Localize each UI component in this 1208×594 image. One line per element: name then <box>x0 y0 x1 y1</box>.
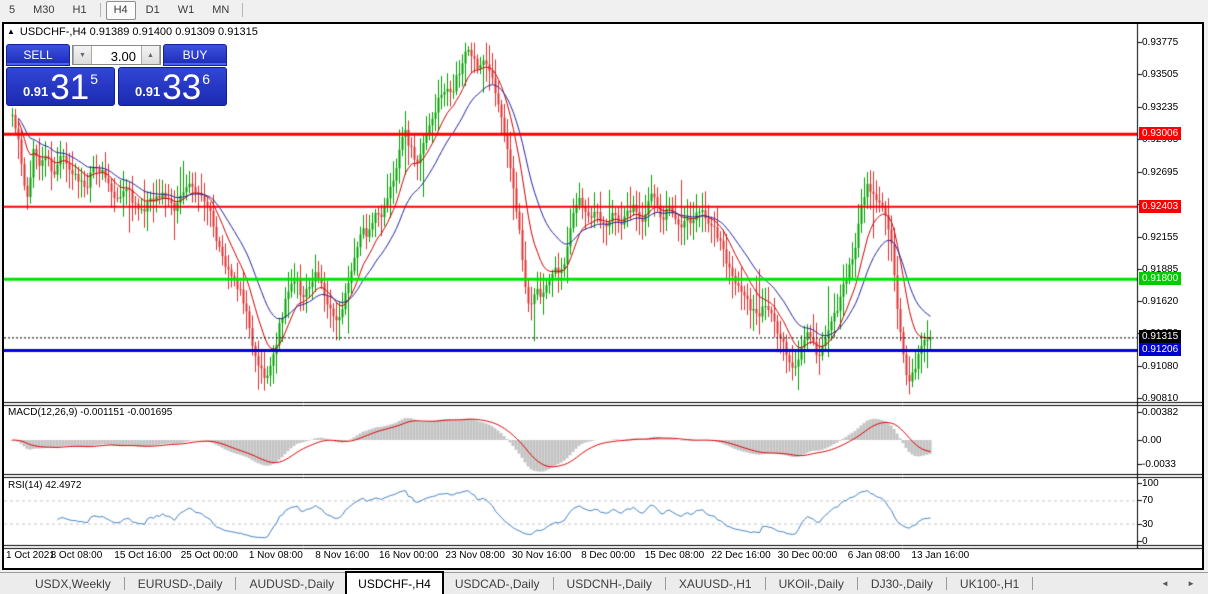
tab-separator <box>664 577 666 590</box>
sell-price-sup: 5 <box>90 71 99 87</box>
rsi-axis-tick: 30 <box>1142 518 1154 530</box>
time-axis-label: 23 Nov 08:00 <box>445 550 505 561</box>
tab-eurusd-daily[interactable]: EURUSD-,Daily <box>127 574 234 593</box>
time-axis-label: 30 Nov 16:00 <box>511 550 572 561</box>
time-axis-label: 25 Oct 00:00 <box>180 550 238 561</box>
timeframe-button-h1[interactable]: H1 <box>65 1 95 20</box>
volume-input[interactable]: 3.00 <box>92 46 141 64</box>
timeframe-toolbar: 5 M30 H1 H4 D1 W1 MN <box>0 0 1208 20</box>
price-axis-tick: 0.90810 <box>1142 393 1179 404</box>
tab-usdchf-h4[interactable]: USDCHF-,H4 <box>345 571 444 594</box>
tab-separator <box>552 577 554 590</box>
sell-price-prefix: 0.91 <box>22 84 49 99</box>
hline-price-badge: 0.91800 <box>1139 272 1182 286</box>
timeframe-button-5[interactable]: 5 <box>1 1 23 20</box>
sell-button[interactable]: SELL <box>6 44 70 66</box>
tab-usdcad-daily[interactable]: USDCAD-,Daily <box>444 574 551 593</box>
price-axis-tick: 0.92695 <box>1142 166 1179 178</box>
buy-button[interactable]: BUY <box>163 44 227 66</box>
price-axis-tick: 0.91620 <box>1142 295 1179 307</box>
hline-price-badge: 0.92403 <box>1139 199 1182 213</box>
price-axis-tick: 0.92155 <box>1142 231 1179 243</box>
tab-usdx-weekly[interactable]: USDX,Weekly <box>24 574 122 593</box>
time-axis-label: 8 Nov 16:00 <box>315 550 370 561</box>
one-click-trade-panel: SELL ▼ 3.00 ▲ BUY 0.91 31 5 0.91 33 6 <box>6 44 227 106</box>
caret-down-icon: ▼ <box>79 51 86 59</box>
tab-separator <box>1032 577 1034 590</box>
time-axis-label: 1 Oct 2021 <box>6 550 55 561</box>
trading-terminal: 5 M30 H1 H4 D1 W1 MN ▲ USDCHF-,H4 0.91389 0.91… <box>0 0 1208 594</box>
time-axis-label: 16 Nov 00:00 <box>378 550 439 561</box>
caret-up-icon: ▲ <box>147 51 154 59</box>
tab-ukoil-daily[interactable]: UKOil-,Daily <box>768 574 855 593</box>
time-axis-label: 22 Dec 16:00 <box>711 550 771 561</box>
tab-usdcnh-daily[interactable]: USDCNH-,Daily <box>556 574 663 593</box>
macd-axis-tick: 0.00382 <box>1142 406 1179 418</box>
time-axis-label: 13 Jan 16:00 <box>911 550 970 561</box>
rsi-label: RSI(14) 42.4972 <box>8 480 82 491</box>
tab-dj30-daily[interactable]: DJ30-,Daily <box>860 574 944 593</box>
tab-xauusd-h1[interactable]: XAUUSD-,H1 <box>668 574 763 593</box>
tab-separator <box>235 577 237 590</box>
chart-title: ▲ USDCHF-,H4 0.91389 0.91400 0.91309 0.9… <box>7 25 258 39</box>
sell-price-tile[interactable]: 0.91 31 5 <box>6 67 115 106</box>
timeframe-button-w1[interactable]: W1 <box>170 1 203 20</box>
symbol-direction-icon: ▲ <box>7 27 15 36</box>
sell-price-big: 31 <box>50 68 90 107</box>
buy-price-sup: 6 <box>202 71 211 87</box>
rsi-axis-tick: 70 <box>1142 495 1154 507</box>
chart-tab-bar: USDX,Weekly EURUSD-,Daily AUDUSD-,Daily USD… <box>0 571 1208 594</box>
buy-price-prefix: 0.91 <box>134 84 161 99</box>
price-axis-tick: 0.93235 <box>1142 101 1179 113</box>
hline-price-badge: 0.93006 <box>1139 127 1182 141</box>
time-axis-label: 15 Oct 16:00 <box>114 550 172 561</box>
price-axis-tick: 0.93505 <box>1142 69 1179 81</box>
rsi-axis-tick: 0 <box>1142 536 1148 547</box>
hline-price-badge: 0.91315 <box>1139 330 1182 344</box>
hline-price-badge: 0.91206 <box>1139 343 1182 357</box>
buy-price-big: 33 <box>162 68 202 107</box>
chart-title-text: USDCHF-,H4 0.91389 0.91400 0.91309 0.913… <box>19 26 258 38</box>
tab-separator <box>856 577 858 590</box>
rsi-axis-tick: 100 <box>1142 478 1159 489</box>
timeframe-button-m30[interactable]: M30 <box>25 1 62 20</box>
buy-price-tile[interactable]: 0.91 33 6 <box>118 67 227 106</box>
time-axis-label: 15 Dec 08:00 <box>644 550 705 561</box>
tab-separator <box>945 577 947 590</box>
tab-scroll-arrows-icon[interactable]: ◄ ► <box>1161 579 1203 588</box>
chart-window: ▲ USDCHF-,H4 0.91389 0.91400 0.91309 0.9… <box>2 22 1204 570</box>
tab-separator <box>123 577 125 590</box>
time-axis-label: 6 Jan 08:00 <box>847 550 900 561</box>
tab-audusd-daily[interactable]: AUDUSD-,Daily <box>238 574 345 593</box>
timeframe-button-d1[interactable]: D1 <box>138 1 168 20</box>
timeframe-button-h4[interactable]: H4 <box>105 0 136 20</box>
toolbar-separator <box>242 3 244 17</box>
price-axis-tick: 0.91080 <box>1142 360 1179 372</box>
macd-label: MACD(12,26,9) -0.001151 -0.001695 <box>8 407 173 418</box>
macd-axis-tick: -0.0033 <box>1142 459 1176 471</box>
price-axis-tick: 0.93775 <box>1142 37 1179 48</box>
volume-increase-button[interactable]: ▲ <box>141 46 160 64</box>
tab-uk100-h1[interactable]: UK100-,H1 <box>949 574 1030 593</box>
time-axis-label: 8 Dec 00:00 <box>581 550 636 561</box>
tab-separator <box>764 577 766 590</box>
macd-axis-tick: 0.00 <box>1142 435 1162 446</box>
time-axis-label: 8 Oct 08:00 <box>50 550 103 561</box>
time-axis-label: 1 Nov 08:00 <box>248 550 303 561</box>
timeframe-button-mn[interactable]: MN <box>204 1 237 20</box>
toolbar-separator <box>99 3 101 17</box>
time-axis-label: 30 Dec 00:00 <box>777 550 838 561</box>
volume-decrease-button[interactable]: ▼ <box>73 46 92 64</box>
volume-stepper: ▼ 3.00 ▲ <box>72 45 161 65</box>
